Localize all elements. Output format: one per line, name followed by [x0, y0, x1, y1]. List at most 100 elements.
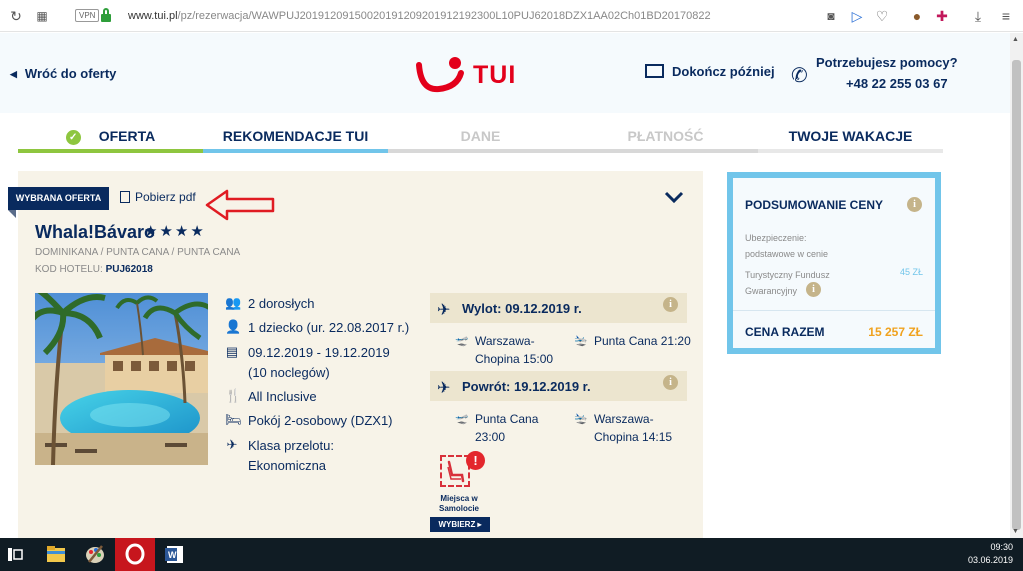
vpn-badge[interactable]: VPN [75, 9, 100, 22]
windows-taskbar: W 09:30 03.06.2019 [0, 538, 1023, 571]
system-clock[interactable]: 09:30 03.06.2019 [968, 541, 1013, 567]
seat-icon [447, 460, 465, 483]
info-icon[interactable]: i [806, 282, 821, 297]
lock-icon[interactable] [101, 8, 111, 22]
chevron-left-icon: ◀ [10, 69, 17, 79]
hotel-code: KOD HOTELU: PUJ62018 [35, 264, 153, 275]
url-path: /pz/rezerwacja/WAWPUJ2019120915002019120… [177, 10, 711, 22]
board-text: All Inclusive [248, 389, 317, 404]
step-oferta[interactable]: ✓ OFERTA [18, 120, 203, 153]
outbound-title: Wylot: 09.12.2019 r. [462, 301, 582, 316]
room-text: Pokój 2-osobowy (DZX1) [248, 413, 393, 428]
step-progress-bar [203, 149, 388, 153]
seats-label: Miejsca w Samolocie [436, 494, 482, 514]
back-to-offer-link[interactable]: ◀ Wróć do oferty [10, 66, 116, 81]
return-to-line1: Warszawa- [594, 412, 654, 426]
step-label: PŁATNOŚĆ [627, 128, 704, 144]
scroll-up-icon[interactable]: ▲ [1012, 36, 1019, 43]
hotel-location: DOMINIKANA / PUNTA CANA / PUNTA CANA [35, 247, 241, 258]
class-label: Klasa przelotu: [248, 438, 334, 453]
url-host: www.tui.pl [128, 10, 178, 22]
cookie-icon[interactable]: ● [909, 6, 925, 26]
seats-label-line2: Samolocie [438, 504, 479, 513]
person-icon: 👤 [225, 319, 242, 334]
hotel-photo-image [35, 293, 208, 465]
outbound-from-line1: Warszawa- [475, 334, 535, 348]
collapse-chevron-icon[interactable] [664, 190, 684, 204]
reload-icon[interactable]: ↻ [8, 6, 24, 26]
send-icon[interactable]: ▷ [849, 6, 865, 26]
heart-icon[interactable]: ♡ [874, 6, 890, 26]
insurance-info: Ubezpieczenie: podstawowe w cenie [745, 230, 828, 262]
step-label: REKOMENDACJE TUI [222, 128, 369, 144]
takeoff-icon: 🛫 [455, 413, 469, 425]
hotel-photo[interactable] [35, 293, 208, 465]
finish-later-button[interactable]: Dokończ później [645, 64, 775, 79]
step-label: DANE [460, 128, 501, 144]
airplane-icon: ✈ [226, 437, 238, 452]
help-phone-number[interactable]: +48 22 255 03 67 [846, 76, 948, 91]
opera-browser-icon[interactable] [115, 538, 155, 571]
scroll-down-icon[interactable]: ▼ [1012, 528, 1019, 535]
seats-label-line1: Miejsca w [440, 494, 478, 503]
total-value: 15 257 ZŁ [868, 325, 923, 339]
extension-icon[interactable]: ✚ [934, 6, 950, 26]
paint-icon[interactable] [75, 538, 115, 571]
outbound-from-line2: Chopina 15:00 [475, 352, 554, 366]
cutlery-icon: 🍴 [225, 388, 242, 403]
info-icon[interactable]: i [663, 297, 678, 312]
tui-logo[interactable]: TUI [415, 55, 525, 95]
fund-line1: Turystyczny Fundusz [745, 270, 830, 280]
step-progress-bar [573, 149, 758, 153]
scrollbar-thumb[interactable] [1012, 60, 1021, 530]
price-summary-title: PODSUMOWANIE CENY [745, 198, 884, 212]
selected-offer-tag: WYBRANA OFERTA [8, 187, 109, 210]
nights-text: (10 noclegów) [248, 365, 330, 380]
insurance-line2: podstawowe w cenie [745, 249, 829, 259]
step-progress-bar [758, 149, 943, 153]
class-value: Ekonomiczna [248, 458, 327, 473]
download-pdf-link[interactable]: Pobierz pdf [120, 190, 196, 204]
camera-icon[interactable]: ◙ [823, 6, 839, 26]
envelope-icon [645, 64, 664, 78]
hotel-name[interactable]: Whala!Bávaro [35, 222, 155, 243]
divider [733, 310, 935, 311]
takeoff-icon: 🛫 [455, 335, 469, 347]
return-from-line2: 23:00 [475, 430, 506, 444]
step-twoje-wakacje[interactable]: TWOJE WAKACJE [758, 120, 943, 153]
menu-icon[interactable]: ≡ [998, 6, 1014, 26]
back-label: Wróć do oferty [24, 66, 117, 81]
clock-date: 03.06.2019 [967, 555, 1013, 565]
bed-icon: 🛏 [225, 412, 242, 427]
step-label: OFERTA [98, 128, 156, 144]
svg-text:W: W [168, 550, 177, 560]
booking-steps: ✓ OFERTA REKOMENDACJE TUI DANE PŁATNOŚĆ T… [18, 120, 1008, 153]
tui-smile-icon [416, 57, 464, 93]
speed-dial-icon[interactable]: ▦ [34, 6, 50, 26]
word-icon[interactable]: W [155, 538, 195, 571]
hotel-code-label: KOD HOTELU: [35, 264, 103, 275]
address-bar[interactable]: www.tui.pl/pz/rezerwacja/WAWPUJ201912091… [128, 8, 711, 24]
hotel-code-value: PUJ62018 [105, 264, 153, 275]
file-explorer-icon[interactable] [36, 538, 76, 571]
phone-icon: ✆ [791, 65, 808, 87]
step-platnosc: PŁATNOŚĆ [573, 120, 758, 153]
adults-text: 2 dorosłych [248, 296, 315, 311]
step-progress-bar [18, 149, 203, 153]
finish-later-label: Dokończ później [672, 64, 775, 79]
download-icon[interactable]: ⤓ [970, 6, 986, 26]
child-text: 1 dziecko (ur. 22.08.2017 r.) [248, 320, 410, 335]
choose-seats-button[interactable]: WYBIERZ ▸ [430, 517, 490, 532]
step-label: TWOJE WAKACJE [788, 128, 913, 144]
landing-icon: 🛬 [574, 335, 588, 347]
pdf-label: Pobierz pdf [135, 190, 196, 204]
return-flight-header: ✈ Powrót: 19.12.2019 r. i [430, 371, 687, 401]
return-to-line2: Chopina 14:15 [594, 430, 673, 444]
info-icon[interactable]: i [907, 197, 922, 212]
step-rekomendacje[interactable]: REKOMENDACJE TUI [203, 120, 388, 153]
task-view-icon[interactable] [0, 538, 40, 571]
info-icon[interactable]: i [663, 375, 678, 390]
clock-time: 09:30 [990, 542, 1013, 552]
calendar-icon: ▤ [225, 344, 239, 359]
outbound-to-line1: Punta Cana 21:20 [594, 334, 691, 348]
